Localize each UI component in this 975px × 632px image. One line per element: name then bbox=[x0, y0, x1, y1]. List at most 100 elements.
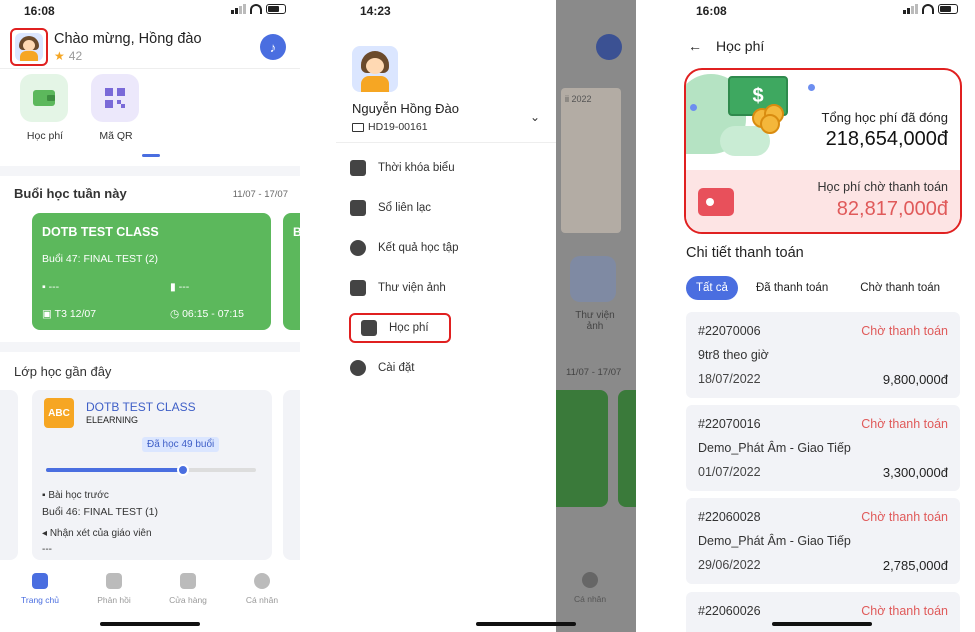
total-paid-panel: $ Tổng học phí đã đóng 218,654,000đ bbox=[686, 70, 960, 170]
menu-item-settings[interactable]: Cài đặt bbox=[350, 354, 550, 382]
recent-class-type: ELEARNING bbox=[86, 415, 139, 425]
status-time: 16:08 bbox=[24, 4, 55, 18]
person-icon bbox=[254, 573, 270, 589]
tab-bar: Trang chủ Phản hồi Cửa hàng Cá nhân bbox=[0, 565, 300, 632]
results-icon bbox=[350, 240, 366, 256]
drawer-overlay[interactable]: ii 2022 Thư viện ảnh 11/07 - 17/07 Cá nh… bbox=[556, 0, 636, 632]
week-class-card[interactable]: DOTB TEST CLASS Buổi 47: FINAL TEST (2) … bbox=[32, 213, 271, 330]
filter-all[interactable]: Tất cả bbox=[686, 276, 738, 300]
tab-shop[interactable]: Cửa hàng bbox=[158, 573, 218, 605]
teacher-value: --- bbox=[48, 281, 60, 293]
recent-section-title: Lớp học gần đây bbox=[14, 364, 112, 379]
clock-icon: ◷ bbox=[170, 308, 180, 320]
tuition-screen: 16:08 ← Học phí $ Tổng học phí đã đóng 2… bbox=[672, 0, 972, 632]
gallery-icon bbox=[350, 280, 366, 296]
payment-card[interactable]: #22060026 Chờ thanh toán bbox=[686, 592, 960, 632]
avatar bbox=[352, 46, 398, 92]
payment-code: #22070006 bbox=[698, 324, 761, 338]
chevron-down-icon[interactable]: ⌄ bbox=[530, 110, 540, 124]
week-class-card-next[interactable]: B bbox=[283, 213, 300, 330]
payment-card[interactable]: #22060028 Chờ thanh toán Demo_Phát Âm - … bbox=[686, 498, 960, 584]
payment-amount: 9,800,000đ bbox=[882, 372, 948, 387]
pending-value: 82,817,000đ bbox=[836, 198, 948, 220]
star-count: 42 bbox=[68, 49, 83, 63]
page-title: Học phí bbox=[716, 38, 765, 54]
home-indicator bbox=[476, 622, 576, 626]
total-paid-label: Tổng học phí đã đóng bbox=[821, 110, 949, 125]
tab-feedback[interactable]: Phản hồi bbox=[84, 573, 144, 605]
class-time: 06:15 - 07:15 bbox=[182, 308, 244, 320]
notification-bell-button[interactable]: ♪ bbox=[260, 34, 286, 60]
home-icon bbox=[32, 573, 48, 589]
recent-class-card[interactable]: ABC DOTB TEST CLASS ELEARNING Đã học 49 … bbox=[32, 390, 272, 560]
menu-item-timetable[interactable]: Thời khóa biểu bbox=[350, 154, 550, 182]
student-name: Nguyễn Hồng Đào bbox=[352, 101, 459, 116]
home-indicator bbox=[100, 622, 200, 626]
filter-tabs: Tất cả Đã thanh toán Chờ thanh toán bbox=[686, 276, 966, 300]
pending-label: Học phí chờ thanh toán bbox=[817, 180, 948, 194]
total-paid-value: 218,654,000đ bbox=[825, 128, 948, 150]
status-time: 14:23 bbox=[360, 4, 391, 18]
bell-icon: ♪ bbox=[269, 39, 277, 55]
menu-item-results[interactable]: Kết quả học tập bbox=[350, 234, 550, 262]
person-icon bbox=[582, 572, 599, 588]
bell-icon bbox=[596, 34, 622, 60]
payment-status: Chờ thanh toán bbox=[861, 324, 948, 338]
gallery-icon bbox=[570, 256, 616, 302]
recent-class-name: DOTB TEST CLASS bbox=[86, 400, 196, 414]
menu-item-tuition[interactable]: Học phí bbox=[349, 313, 451, 343]
qr-code-icon bbox=[105, 88, 125, 108]
session-name: Buổi 47: FINAL TEST (2) bbox=[42, 253, 158, 265]
home-screen: 16:08 Chào mừng, Hồng đào ★ 42 ♪ Học phí… bbox=[0, 0, 300, 632]
side-drawer: 14:23 Nguyễn Hồng Đào HD19-00161 ⌄ Thời … bbox=[336, 0, 556, 632]
payment-name: Demo_Phát Âm - Giao Tiếp bbox=[698, 441, 851, 455]
wallet-icon bbox=[361, 320, 377, 336]
menu-item-gallery[interactable]: Thư viện ảnh bbox=[350, 274, 550, 302]
progress-knob bbox=[176, 464, 189, 476]
prev-lesson: Buổi 46: FINAL TEST (1) bbox=[42, 506, 158, 518]
progress-bar bbox=[46, 464, 256, 476]
status-bar: 16:08 bbox=[0, 0, 300, 22]
section-spacer bbox=[0, 166, 300, 176]
calendar-icon bbox=[350, 160, 366, 176]
filter-paid[interactable]: Đã thanh toán bbox=[746, 276, 838, 300]
avatar-button[interactable] bbox=[10, 28, 48, 66]
quick-action-tuition[interactable]: Học phí bbox=[20, 74, 70, 142]
payment-card[interactable]: #22070016 Chờ thanh toán Demo_Phát Âm - … bbox=[686, 405, 960, 491]
status-bar: 16:08 bbox=[672, 0, 972, 22]
quick-action-qr[interactable]: Mã QR bbox=[91, 74, 141, 142]
abc-blocks-icon: ABC bbox=[44, 398, 74, 428]
wallet-icon bbox=[33, 90, 55, 106]
battery-icon bbox=[266, 4, 286, 14]
signal-icon bbox=[903, 4, 918, 14]
recent-card-next[interactable] bbox=[283, 390, 300, 560]
teacher-comment-label: Nhận xét của giáo viên bbox=[49, 528, 152, 539]
payment-card[interactable]: #22070006 Chờ thanh toán 9tr8 theo giờ 1… bbox=[686, 312, 960, 398]
tab-home[interactable]: Trang chủ bbox=[10, 573, 70, 605]
background-card bbox=[556, 390, 608, 507]
payment-status: Chờ thanh toán bbox=[861, 417, 948, 431]
megaphone-icon: ◂ bbox=[42, 528, 48, 539]
feedback-icon bbox=[106, 573, 122, 589]
back-arrow-icon[interactable]: ← bbox=[688, 38, 702, 54]
menu-item-contact-book[interactable]: Sổ liên lạc bbox=[350, 194, 550, 222]
quick-action-label: Học phí bbox=[26, 130, 64, 142]
class-date: T3 12/07 bbox=[54, 308, 97, 320]
payment-status: Chờ thanh toán bbox=[861, 510, 948, 524]
detail-title: Chi tiết thanh toán bbox=[686, 245, 804, 261]
payment-name: Demo_Phát Âm - Giao Tiếp bbox=[698, 534, 851, 548]
room-value: --- bbox=[178, 281, 190, 293]
status-time: 16:08 bbox=[696, 4, 727, 18]
week-section-title: Buổi học tuần này bbox=[14, 186, 127, 201]
filter-pending[interactable]: Chờ thanh toán bbox=[850, 276, 950, 300]
teacher-icon: ▪ bbox=[42, 281, 46, 293]
recent-card-prev[interactable] bbox=[0, 390, 18, 560]
chart-icon bbox=[350, 200, 366, 216]
wifi-icon bbox=[250, 4, 262, 14]
home-indicator bbox=[772, 622, 872, 626]
lesson-icon: ▪ bbox=[42, 490, 46, 501]
quick-action-label: Mã QR bbox=[99, 130, 133, 142]
week-range: 11/07 - 17/07 bbox=[232, 189, 288, 200]
background-paper: ii 2022 bbox=[561, 88, 621, 233]
tab-profile[interactable]: Cá nhân bbox=[232, 573, 292, 605]
